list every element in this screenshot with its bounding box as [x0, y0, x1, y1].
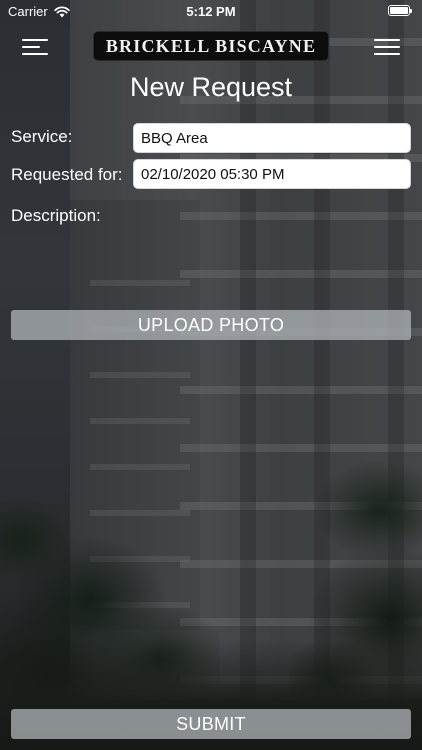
header: BRICKELL BISCAYNE: [0, 28, 422, 68]
requested-for-label: Requested for:: [11, 165, 123, 184]
status-time: 5:12 PM: [186, 4, 236, 19]
status-bar: Carrier 5:12 PM: [0, 0, 422, 22]
battery-icon: [388, 5, 412, 16]
service-label: Service:: [11, 127, 73, 146]
requested-for-field[interactable]: 02/10/2020 05:30 PM: [133, 159, 411, 189]
hamburger-menu-icon[interactable]: [22, 36, 48, 58]
upload-photo-button[interactable]: UPLOAD PHOTO: [11, 310, 411, 340]
service-field[interactable]: BBQ Area: [133, 123, 411, 153]
brand-logo: BRICKELL BISCAYNE: [93, 31, 329, 61]
options-menu-icon[interactable]: [374, 36, 400, 58]
description-label: Description:: [11, 206, 101, 225]
description-field[interactable]: [133, 200, 411, 300]
page-title: New Request: [129, 72, 293, 102]
submit-button[interactable]: SUBMIT: [11, 709, 411, 739]
